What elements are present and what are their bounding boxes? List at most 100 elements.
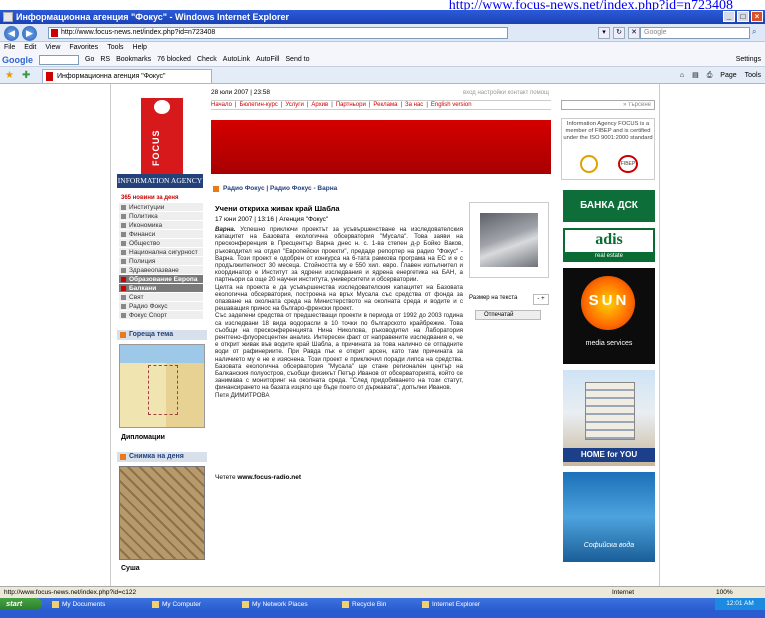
minimize-icon[interactable]: _: [723, 11, 735, 22]
screenshot-frame: http://www.focus-news.net/index.php?id=n…: [0, 0, 765, 618]
tools-menu[interactable]: Tools: [745, 70, 761, 81]
logo-dot: [154, 100, 170, 114]
page-menu[interactable]: Page: [720, 70, 736, 81]
left-menu-item[interactable]: Полиция: [119, 257, 203, 266]
breadcrumb[interactable]: Радио Фокус | Радио Фокус - Варна: [213, 184, 549, 194]
menu-edit[interactable]: Edit: [24, 42, 36, 53]
site-tools[interactable]: вход настройки контакт помощ: [463, 88, 549, 98]
autolink-button[interactable]: AutoLink: [223, 53, 250, 66]
red-banner[interactable]: [211, 120, 551, 174]
quick-launch-row: [0, 610, 765, 618]
article-text-3: Със заделени средства от предшестващи пр…: [215, 312, 463, 392]
favorites-star-icon[interactable]: ★: [5, 70, 14, 81]
iso-text: Information Agency FOCUS is a member of …: [563, 121, 653, 141]
left-menu-item[interactable]: Икономика: [119, 221, 203, 230]
article-text-2: Целта на проекта е да усъвършенства изсл…: [215, 283, 463, 313]
nav-partners[interactable]: Партньори: [336, 101, 366, 109]
feeds-icon[interactable]: ▤: [692, 70, 699, 81]
taskbar-item[interactable]: Internet Explorer: [420, 599, 480, 610]
nav-advertising[interactable]: Реклама: [373, 101, 397, 109]
maximize-icon[interactable]: □: [737, 11, 749, 22]
nav-home[interactable]: Начало: [211, 101, 232, 109]
tab-focus[interactable]: Информационна агенция "Фокус": [42, 69, 212, 83]
back-icon[interactable]: ◀: [4, 26, 19, 41]
home-for-you-label: HOME for YOU: [563, 448, 655, 462]
autofill-button[interactable]: AutoFill: [256, 53, 279, 66]
article-photo[interactable]: [469, 202, 549, 278]
sun-logo: SUN: [588, 292, 630, 309]
article-lead: Варна.: [215, 226, 236, 233]
print-button[interactable]: Отпечатай: [475, 310, 541, 320]
home-icon[interactable]: ⌂: [680, 70, 684, 81]
read-more-link[interactable]: www.focus-radio.net: [237, 474, 301, 481]
left-menu-item[interactable]: Образование Европа и...: [119, 275, 203, 292]
search-input[interactable]: Google: [640, 27, 750, 39]
rss-button[interactable]: RS: [100, 53, 110, 66]
nav-services[interactable]: Услуги: [285, 101, 303, 109]
stop-icon[interactable]: ✕: [628, 27, 640, 39]
left-menu-item[interactable]: Национална сигурност: [119, 248, 203, 257]
hot-topic-heading[interactable]: Гореща тема: [117, 330, 207, 340]
logo-band: INFORMATION AGENCY: [117, 174, 203, 188]
left-menu-item[interactable]: Радио Фокус: [119, 302, 203, 311]
news-count[interactable]: 365 новини за деня: [119, 194, 203, 203]
left-menu-item[interactable]: Общество: [119, 239, 203, 248]
site-search-input[interactable]: » търсене: [561, 100, 655, 110]
menu-favorites[interactable]: Favorites: [69, 42, 98, 53]
font-size-buttons[interactable]: - +: [533, 294, 549, 305]
ad-dsk-bank[interactable]: БАНКА ДСК: [563, 190, 655, 222]
photo-day-heading[interactable]: Снимка на деня: [117, 452, 207, 462]
menu-file[interactable]: File: [4, 42, 15, 53]
left-menu-item[interactable]: Свят: [119, 293, 203, 302]
bookmarks-button[interactable]: Bookmarks: [116, 53, 151, 66]
print-icon[interactable]: ⎙: [707, 70, 713, 81]
send-to-button[interactable]: Send to: [285, 53, 309, 66]
window-titlebar: Информационна агенция "Фокус" - Windows …: [0, 10, 765, 24]
left-menu-item[interactable]: Политика: [119, 212, 203, 221]
taskbar-item[interactable]: My Network Places: [240, 599, 308, 610]
forward-icon[interactable]: ▶: [22, 26, 37, 41]
photo-day-caption[interactable]: Суша: [121, 565, 140, 572]
ad-sofia-water[interactable]: Софийска вода: [563, 472, 655, 562]
ad-adis[interactable]: adis real estate: [563, 228, 655, 262]
left-menu-item[interactable]: Фокус Спорт: [119, 311, 203, 320]
start-button[interactable]: start: [0, 598, 42, 610]
left-menu-item[interactable]: Финанси: [119, 230, 203, 239]
dropdown-icon[interactable]: ▾: [598, 27, 610, 39]
nav-english[interactable]: English version: [431, 101, 472, 109]
menu-tools[interactable]: Tools: [107, 42, 123, 53]
nav-bulletin[interactable]: Бюлетин-курс: [239, 101, 277, 109]
tab-title: Информационна агенция "Фокус": [57, 73, 166, 80]
ie-icon: [3, 12, 13, 22]
left-menu-item[interactable]: Институции: [119, 203, 203, 212]
taskbar-item[interactable]: My Computer: [150, 599, 201, 610]
hot-topic-map[interactable]: [119, 344, 205, 428]
google-go-button[interactable]: Go: [85, 53, 94, 66]
popup-blocked-button[interactable]: 76 blocked: [157, 53, 191, 66]
add-favorite-icon[interactable]: ✚: [22, 70, 30, 81]
ad-sun-media[interactable]: SUN media services: [563, 268, 655, 364]
nav-about[interactable]: За нас: [405, 101, 423, 109]
menu-help[interactable]: Help: [133, 42, 147, 53]
hot-topic-caption[interactable]: Дипломации: [121, 434, 165, 441]
menu-view[interactable]: View: [45, 42, 60, 53]
adis-subtitle: real estate: [594, 253, 624, 259]
fibep-badge[interactable]: FIBEP: [618, 155, 638, 173]
site-logo[interactable]: FOCUS INFORMATION AGENCY: [117, 92, 203, 192]
refresh-icon[interactable]: ↻: [613, 27, 625, 39]
left-menu-item[interactable]: Здравеопазване: [119, 266, 203, 275]
address-input[interactable]: http://www.focus-news.net/index.php?id=n…: [48, 27, 508, 39]
photo-of-day[interactable]: [119, 466, 205, 560]
nav-archive[interactable]: Архив: [311, 101, 328, 109]
ad-home-for-you[interactable]: HOME for YOU: [563, 370, 655, 466]
taskbar-item[interactable]: My Documents: [50, 599, 105, 610]
article-headline: Учени откриха живак край Шабла: [215, 204, 340, 213]
google-toolbar: Google Go RS Bookmarks 76 blocked Check …: [0, 53, 765, 67]
search-icon[interactable]: ⌕: [752, 27, 763, 39]
taskbar-item[interactable]: Recycle Bin: [340, 599, 386, 610]
left-menu-item-active[interactable]: Балкани: [119, 284, 203, 293]
google-settings-button[interactable]: Settings: [736, 53, 765, 66]
spellcheck-button[interactable]: Check: [197, 53, 217, 66]
close-icon[interactable]: ×: [751, 11, 763, 22]
google-search-field[interactable]: [39, 55, 79, 65]
